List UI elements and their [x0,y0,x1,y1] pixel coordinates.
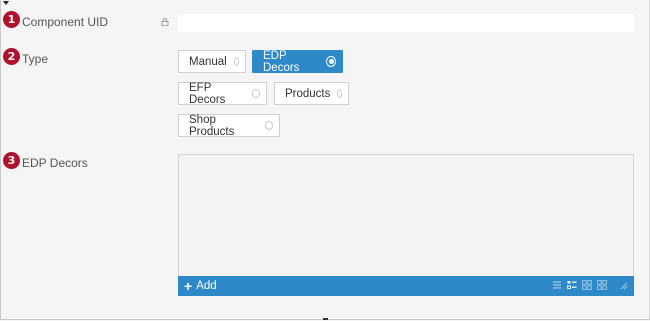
edp-decors-toolbar: + Add [178,276,634,296]
tree-view-icon[interactable] [567,280,577,290]
component-uid-input[interactable] [178,14,634,32]
option-label: EDP Decors [263,49,300,74]
type-option-products[interactable]: Products [274,82,349,105]
edp-decors-list[interactable] [178,154,634,277]
step-marker-1: 1 [3,11,20,28]
type-option-efp-decors[interactable]: EFP Decors [178,81,267,106]
add-button[interactable]: + Add [178,279,217,293]
option-label: Shop Products [189,113,235,138]
tile-view-icon[interactable] [597,280,607,290]
lock-icon [161,18,169,26]
radio-selected-icon [326,56,336,67]
option-label: EFP Decors [189,81,226,106]
component-uid-label: Component UID [22,15,109,29]
grid-view-icon[interactable] [582,280,592,290]
radio-icon [233,57,239,66]
plus-icon: + [184,278,193,294]
option-label: Manual [189,55,227,68]
divider [323,318,328,320]
option-label: Products [285,87,331,100]
radio-icon [337,89,342,98]
edp-decors-label: EDP Decors [22,156,88,170]
list-view-icon[interactable] [552,280,562,290]
type-option-edp-decors[interactable]: EDP Decors [252,49,343,74]
add-button-label: Add [196,280,217,292]
type-option-manual[interactable]: Manual [178,50,246,73]
resize-handle-icon[interactable] [618,280,628,290]
radio-icon [264,121,273,130]
type-label: Type [22,52,49,66]
caret-down-icon [3,1,9,5]
type-option-shop-products[interactable]: Shop Products [178,113,280,138]
radio-icon [251,89,260,98]
step-marker-2: 2 [3,48,20,65]
step-marker-3: 3 [3,152,20,169]
